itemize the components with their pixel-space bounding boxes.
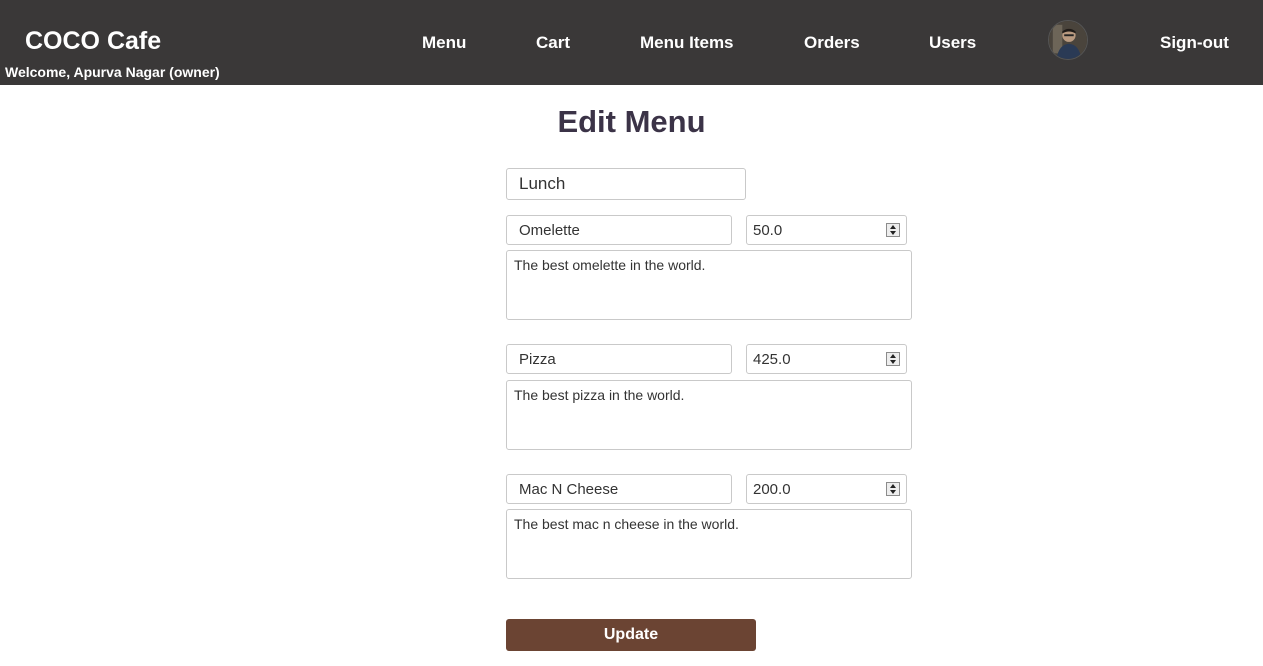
user-photo-icon bbox=[1049, 21, 1087, 59]
nav-link-menu-items[interactable]: Menu Items bbox=[640, 33, 734, 53]
brand-logo-text[interactable]: COCO Cafe bbox=[25, 27, 161, 56]
page-title: Edit Menu bbox=[557, 104, 706, 139]
item-price-stepper[interactable] bbox=[746, 474, 907, 504]
item-description-textarea[interactable]: The best mac n cheese in the world. bbox=[506, 509, 912, 579]
item-price-stepper[interactable] bbox=[746, 215, 907, 245]
item-price-input[interactable] bbox=[747, 475, 889, 503]
nav-link-cart[interactable]: Cart bbox=[536, 33, 570, 53]
item-description-textarea[interactable]: The best pizza in the world. bbox=[506, 380, 912, 450]
nav-link-users[interactable]: Users bbox=[929, 33, 976, 53]
welcome-message: Welcome, Apurva Nagar (owner) bbox=[5, 64, 220, 80]
spinner-arrows-icon[interactable] bbox=[886, 482, 900, 496]
item-price-input[interactable] bbox=[747, 216, 889, 244]
item-name-input[interactable] bbox=[506, 344, 732, 374]
item-price-input[interactable] bbox=[747, 345, 889, 373]
avatar-icon[interactable] bbox=[1048, 20, 1088, 60]
nav-link-menu[interactable]: Menu bbox=[422, 33, 466, 53]
item-name-input[interactable] bbox=[506, 215, 732, 245]
update-button[interactable]: Update bbox=[506, 619, 756, 651]
nav-link-signout[interactable]: Sign-out bbox=[1160, 33, 1229, 53]
item-price-stepper[interactable] bbox=[746, 344, 907, 374]
spinner-arrows-icon[interactable] bbox=[886, 352, 900, 366]
item-description-textarea[interactable]: The best omelette in the world. bbox=[506, 250, 912, 320]
nav-link-orders[interactable]: Orders bbox=[804, 33, 860, 53]
category-name-input[interactable] bbox=[506, 168, 746, 200]
item-name-input[interactable] bbox=[506, 474, 732, 504]
spinner-arrows-icon[interactable] bbox=[886, 223, 900, 237]
top-navbar: COCO Cafe Welcome, Apurva Nagar (owner) … bbox=[0, 0, 1263, 85]
